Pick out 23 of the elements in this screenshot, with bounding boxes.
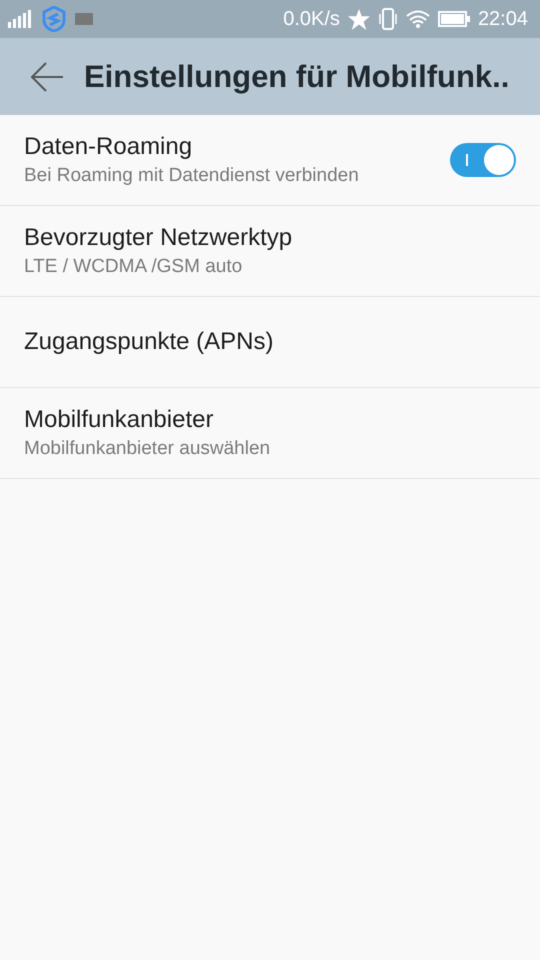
back-icon[interactable] (30, 60, 64, 92)
setting-summary: LTE / WCDMA /GSM auto (24, 256, 244, 278)
clock: 22:04 (478, 8, 528, 30)
setting-summary: Mobilfunkanbieter auswählen (24, 438, 272, 460)
settings-item[interactable]: Mobilfunkanbieter Mobilfunkanbieter auswählen (0, 388, 540, 479)
toggle-switch[interactable] (450, 143, 516, 177)
network-speed: 0.0K/s (283, 8, 340, 30)
page-title: Einstellungen für Mobilfunk.. (84, 58, 510, 94)
shield-icon (42, 6, 66, 32)
settings-item[interactable]: Daten-Roaming Bei Roaming mit Datendienst verbinden (0, 115, 540, 206)
vibrate-icon (378, 8, 398, 30)
settings-item[interactable]: Zugangspunkte (APNs) (0, 297, 540, 388)
signal-icon (8, 10, 34, 28)
star-icon (348, 8, 370, 30)
setting-title: Mobilfunkanbieter (24, 406, 214, 434)
setting-title: Bevorzugter Netzwerktyp (24, 224, 294, 252)
wifi-icon (406, 10, 430, 28)
chip-icon (74, 12, 94, 26)
setting-summary: Bei Roaming mit Datendienst verbinden (24, 165, 360, 187)
setting-title: Daten-Roaming (24, 133, 194, 161)
setting-title: Zugangspunkte (APNs) (24, 328, 274, 356)
settings-item[interactable]: Bevorzugter Netzwerktyp LTE / WCDMA /GSM auto (0, 206, 540, 297)
battery-icon (438, 11, 470, 27)
